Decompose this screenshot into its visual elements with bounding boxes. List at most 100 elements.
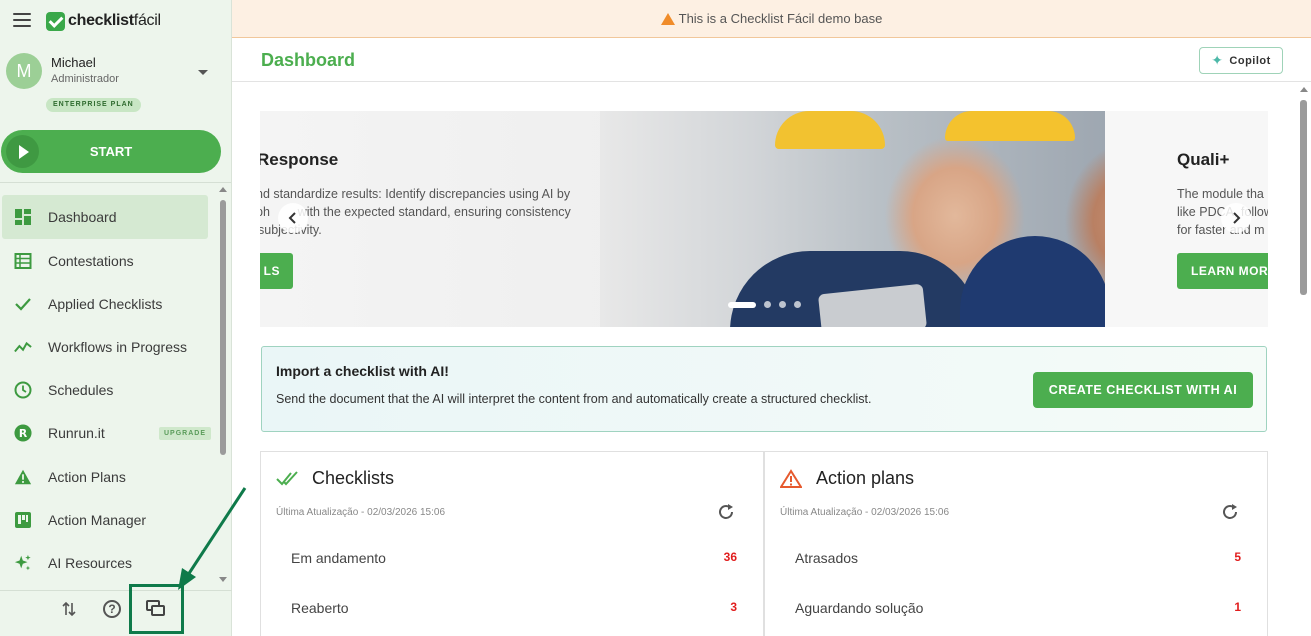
user-name[interactable]: Michael: [51, 55, 96, 70]
carousel-dot-4[interactable]: [794, 301, 801, 308]
slide-description-line: The module tha: [1177, 187, 1264, 201]
carousel-prev-button[interactable]: [278, 203, 308, 233]
slide-title: Response: [260, 150, 339, 169]
card-title: Action plans: [816, 468, 915, 488]
play-icon: [6, 135, 39, 168]
copilot-button-label: Copilot: [1229, 54, 1271, 67]
svg-text:R: R: [19, 427, 28, 440]
sidebar-item-ai-resources[interactable]: AI Resources: [0, 541, 216, 584]
sidebar-item-action-plans[interactable]: Action Plans: [0, 455, 216, 498]
list-item-count: 3: [730, 600, 737, 614]
sidebar-item-workflows[interactable]: Workflows in Progress: [0, 325, 216, 368]
check-icon: [14, 295, 32, 313]
sidebar-item-label: Runrun.it: [48, 425, 105, 442]
ai-import-title: Import a checklist with AI!: [276, 363, 449, 379]
start-button-label: START: [89, 144, 133, 159]
sidebar-item-dashboard[interactable]: Dashboard: [2, 195, 208, 239]
list-item-count: 5: [1234, 550, 1241, 564]
sidebar-item-schedules[interactable]: Schedules: [0, 369, 216, 412]
start-button[interactable]: START: [1, 130, 221, 173]
warning-icon: [780, 469, 802, 488]
page-title: Dashboard: [261, 50, 356, 70]
carousel-dot-2[interactable]: [764, 301, 771, 308]
sidebar-scrollbar-thumb[interactable]: [220, 200, 226, 455]
photo-helmet-2: [945, 111, 1075, 141]
slide-description-line: ph with the expected standard, ensuring …: [260, 205, 571, 219]
list-item[interactable]: Aguardando solução 1: [795, 600, 1241, 620]
app-logo[interactable]: checklistfácil: [46, 11, 161, 31]
hamburger-menu-icon[interactable]: [13, 13, 31, 27]
slide-description-line: subjectivity.: [260, 221, 598, 239]
create-checklist-ai-button[interactable]: CREATE CHECKLIST WITH AI: [1033, 372, 1253, 408]
carousel-next-button[interactable]: [1221, 203, 1251, 233]
clock-icon: [14, 381, 32, 399]
carousel-dot-1[interactable]: [728, 301, 756, 308]
sidebar-item-label: Applied Checklists: [48, 295, 163, 312]
sidebar-item-applied-checklists[interactable]: Applied Checklists: [0, 282, 216, 325]
list-item-label: Reaberto: [291, 600, 349, 616]
sidebar-item-label: AI Resources: [48, 554, 133, 571]
dashboard-icon: [14, 208, 32, 226]
avatar[interactable]: M: [6, 53, 42, 89]
sidebar-item-label: Dashboard: [48, 209, 117, 225]
kanban-icon: [14, 511, 32, 529]
checklists-card: Checklists Última Atualização - 02/03/20…: [260, 451, 764, 636]
sidebar-topbar: checklistfácil: [0, 0, 232, 42]
trending-icon: [14, 338, 32, 356]
sparkle-icon: [14, 554, 32, 572]
main-scroll-up-arrow-icon[interactable]: [1300, 87, 1308, 92]
user-role: Administrador: [51, 73, 119, 85]
learn-more-button[interactable]: LEARN MORE: [1177, 253, 1268, 289]
logo-text: checklistfácil: [68, 12, 161, 30]
sort-arrows-icon[interactable]: [58, 598, 80, 620]
sidebar-item-label: Workflows in Progress: [48, 338, 188, 355]
logo-text-light: fácil: [133, 12, 161, 29]
last-updated-text: Última Atualização - 02/03/2026 15:06: [276, 507, 445, 518]
refresh-icon[interactable]: [717, 503, 735, 521]
sidebar-item-label: Schedules: [48, 382, 114, 399]
table-list-icon: [14, 252, 32, 270]
slide-details-button[interactable]: LS: [260, 253, 293, 289]
slide-description: nd standardize results: Identify discrep…: [260, 185, 598, 239]
action-plans-card: Action plans Última Atualização - 02/03/…: [764, 451, 1268, 636]
main-scrollbar-thumb[interactable]: [1300, 100, 1307, 295]
sidebar-item-action-manager[interactable]: Action Manager: [0, 498, 216, 541]
carousel-pagination: [728, 301, 809, 308]
list-item[interactable]: Em andamento 36: [291, 550, 737, 570]
runrun-logo-icon: R: [14, 424, 32, 442]
sidebar-item-label: Action Manager: [48, 511, 147, 528]
sidebar-item-label: Contestations: [48, 252, 134, 269]
list-item-count: 1: [1234, 600, 1241, 614]
logo-check-icon: [46, 11, 65, 31]
slide-description-line: nd standardize results: Identify discrep…: [260, 187, 571, 201]
warning-triangle-icon: [660, 12, 675, 25]
list-item[interactable]: Atrasados 5: [795, 550, 1241, 570]
list-item[interactable]: Reaberto 3: [291, 600, 737, 620]
list-item-label: Em andamento: [291, 550, 386, 566]
sidebar-item-label: Action Plans: [48, 468, 126, 485]
plan-badge: ENTERPRISE PLAN: [46, 98, 141, 112]
promo-carousel[interactable]: Response nd standardize results: Identif…: [260, 111, 1268, 327]
carousel-dot-3[interactable]: [779, 301, 786, 308]
logo-text-bold: checklist: [68, 12, 134, 29]
scroll-down-arrow-icon[interactable]: [219, 577, 227, 582]
double-check-icon: [276, 471, 298, 486]
chevron-down-icon[interactable]: [198, 70, 208, 75]
sidebar-item-contestations[interactable]: Contestations: [0, 239, 216, 282]
chevron-right-icon: [1233, 212, 1241, 224]
help-icon[interactable]: ?: [101, 598, 123, 620]
ai-import-description: Send the document that the AI will inter…: [276, 392, 872, 406]
scroll-up-arrow-icon[interactable]: [219, 187, 227, 192]
card-title: Checklists: [312, 468, 395, 488]
demo-banner-text: This is a Checklist Fácil demo base: [678, 11, 883, 26]
warning-icon: [14, 468, 32, 486]
sidebar: checklistfácil M Michael Administrador E…: [0, 0, 232, 636]
list-item-label: Atrasados: [795, 550, 859, 566]
copilot-button[interactable]: ✦ Copilot: [1199, 47, 1283, 74]
photo-helmet-1: [775, 111, 885, 149]
refresh-icon[interactable]: [1221, 503, 1239, 521]
slide-title: Quali+: [1177, 150, 1230, 169]
copilot-sparkle-icon: ✦: [1211, 52, 1224, 68]
sidebar-item-runrunit[interactable]: R Runrun.it UPGRADE: [0, 412, 216, 455]
upgrade-badge[interactable]: UPGRADE: [159, 426, 212, 440]
